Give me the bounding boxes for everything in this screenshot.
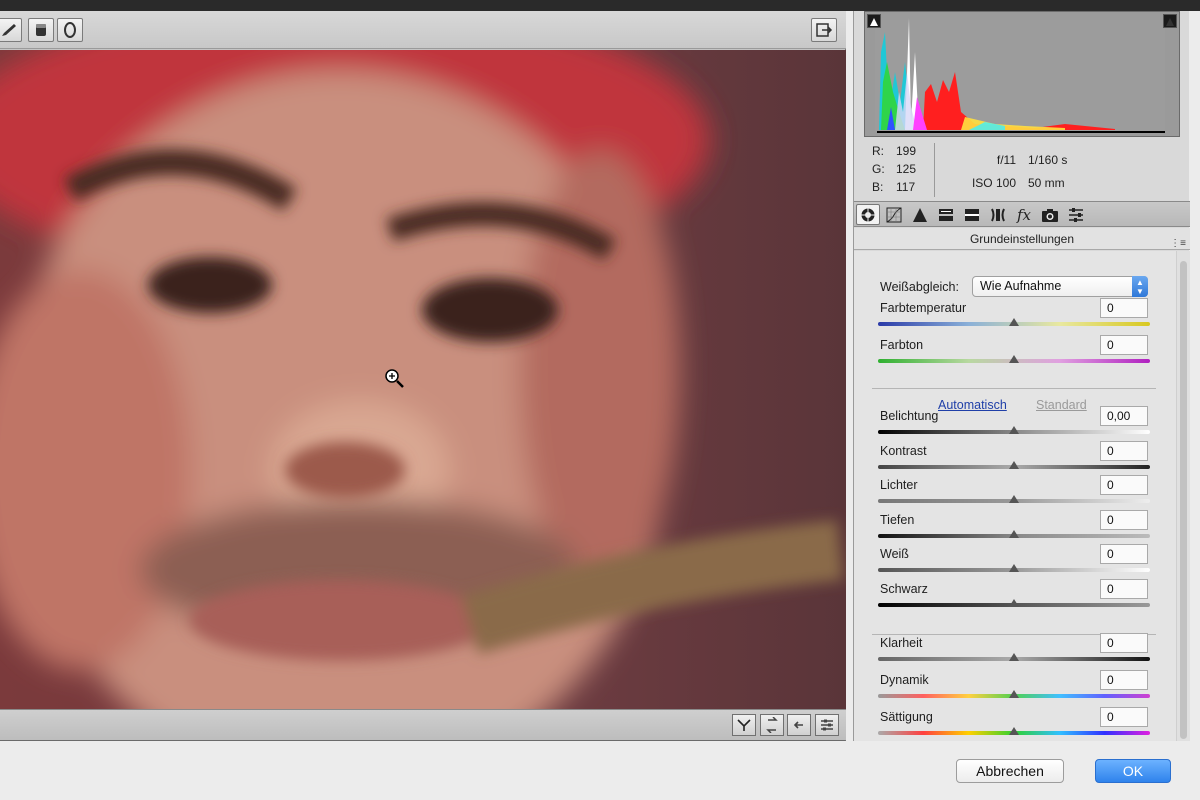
farbtemperatur-value-field[interactable]: 0 xyxy=(1100,298,1148,318)
farbton-label: Farbton xyxy=(880,338,924,352)
lichter-value-field[interactable]: 0 xyxy=(1100,475,1148,495)
tiefen-value-field[interactable]: 0 xyxy=(1100,510,1148,530)
tone-curve-icon[interactable] xyxy=(882,204,906,225)
kontrast-label: Kontrast xyxy=(880,444,927,458)
brush-icon[interactable] xyxy=(0,18,22,42)
canvas-toolbar xyxy=(0,11,846,49)
belichtung-label: Belichtung xyxy=(880,409,939,423)
hsl-icon[interactable] xyxy=(934,204,958,225)
kontrast-slider-thumb[interactable] xyxy=(1009,461,1019,469)
belichtung-slider-thumb[interactable] xyxy=(1009,426,1019,434)
scrollbar-thumb[interactable] xyxy=(1180,261,1187,739)
section-title-text: Grundeinstellungen xyxy=(969,232,1075,246)
farbtemperatur-slider-thumb[interactable] xyxy=(1009,318,1019,326)
saettigung-value-field[interactable]: 0 xyxy=(1100,707,1148,727)
copy-icon[interactable] xyxy=(787,714,811,736)
belichtung-value-field[interactable]: 0,00 xyxy=(1100,406,1148,426)
rgb-readout: R: 199 G: 125 B: 117 xyxy=(872,142,916,196)
lens-icon[interactable] xyxy=(986,204,1010,225)
g-value: 125 xyxy=(896,162,917,176)
camera-calibration-icon[interactable] xyxy=(1038,204,1062,225)
canvas-bottom-bar xyxy=(0,709,846,740)
divider xyxy=(872,388,1156,389)
histogram xyxy=(864,11,1180,137)
aperture: f/11 xyxy=(996,153,1016,167)
lichter-slider-thumb[interactable] xyxy=(1009,495,1019,503)
tiefen-slider-thumb[interactable] xyxy=(1009,530,1019,538)
ok-button[interactable]: OK xyxy=(1095,759,1171,783)
detail-icon[interactable] xyxy=(908,204,932,225)
camera-raw-dialog: R: 199 G: 125 B: 117 f/11 1/160 s ISO 100 50 … xyxy=(0,0,1200,800)
lichter-label: Lichter xyxy=(880,478,918,492)
exif-readout: f/11 1/160 s ISO 100 50 mm xyxy=(964,149,1067,195)
weiss-slider-thumb[interactable] xyxy=(1009,564,1019,572)
r-label: R: xyxy=(872,144,884,158)
farbton-value-field[interactable]: 0 xyxy=(1100,335,1148,355)
dynamik-slider-thumb[interactable] xyxy=(1009,690,1019,698)
schwarz-slider-thumb[interactable] xyxy=(1009,599,1019,607)
fullscreen-toggle-icon[interactable] xyxy=(811,18,837,42)
farbton-slider-thumb[interactable] xyxy=(1009,355,1019,363)
default-link[interactable]: Standard xyxy=(1036,398,1087,412)
white-balance-select[interactable]: Wie Aufnahme ▲ ▼ xyxy=(972,276,1148,297)
dynamik-label: Dynamik xyxy=(880,673,929,687)
iso: ISO 100 xyxy=(971,176,1016,190)
shutter: 1/160 s xyxy=(1028,153,1068,167)
white-balance-label: Weißabgleich: xyxy=(880,280,959,294)
g-label: G: xyxy=(872,162,885,176)
info-readouts: R: 199 G: 125 B: 117 f/11 1/160 s ISO 100 50 … xyxy=(864,139,1180,201)
farbtemperatur-label: Farbtemperatur xyxy=(880,301,967,315)
split-toning-icon[interactable] xyxy=(960,204,984,225)
saettigung-slider-thumb[interactable] xyxy=(1009,727,1019,735)
klarheit-slider-thumb[interactable] xyxy=(1009,653,1019,661)
schwarz-label: Schwarz xyxy=(880,582,928,596)
panel-scrollbar[interactable] xyxy=(1176,251,1190,741)
weiss-label: Weiß xyxy=(880,547,909,561)
saettigung-label: Sättigung xyxy=(880,710,933,724)
mask-circle-icon[interactable] xyxy=(57,18,83,42)
section-title: Grundeinstellungen ⋮≡ xyxy=(854,228,1190,250)
chevron-updown-icon: ▲ ▼ xyxy=(1132,276,1148,297)
focal-length: 50 mm xyxy=(1028,176,1065,190)
b-label: B: xyxy=(872,180,884,194)
photo-preview[interactable] xyxy=(0,50,846,710)
weiss-value-field[interactable]: 0 xyxy=(1100,544,1148,564)
image-canvas-frame xyxy=(0,11,846,741)
b-value: 117 xyxy=(896,180,916,194)
swap-icon[interactable] xyxy=(760,714,784,736)
settings-icon[interactable] xyxy=(815,714,839,736)
highlight-clipping-icon[interactable] xyxy=(1163,14,1177,28)
y-before-after-icon[interactable] xyxy=(732,714,756,736)
panel-tabs: fx xyxy=(854,201,1190,227)
auto-link[interactable]: Automatisch xyxy=(938,398,1007,412)
basic-settings: Weißabgleich: Wie Aufnahme ▲ ▼ Farbtemper… xyxy=(854,251,1190,741)
klarheit-label: Klarheit xyxy=(880,636,923,650)
effects-icon[interactable]: fx xyxy=(1012,204,1036,225)
basic-icon[interactable] xyxy=(856,204,880,225)
dynamik-value-field[interactable]: 0 xyxy=(1100,670,1148,690)
white-balance-value: Wie Aufnahme xyxy=(980,279,1062,293)
klarheit-value-field[interactable]: 0 xyxy=(1100,633,1148,653)
shadow-clipping-icon[interactable] xyxy=(867,14,881,28)
tiefen-label: Tiefen xyxy=(880,513,915,527)
cancel-button[interactable]: Abbrechen xyxy=(956,759,1064,783)
right-panel: R: 199 G: 125 B: 117 f/11 1/160 s ISO 100 50 … xyxy=(853,11,1190,741)
kontrast-value-field[interactable]: 0 xyxy=(1100,441,1148,461)
top-bar xyxy=(0,0,1200,11)
r-value: 199 xyxy=(896,144,917,158)
schwarz-value-field[interactable]: 0 xyxy=(1100,579,1148,599)
mask-square-icon[interactable] xyxy=(28,18,54,42)
presets-icon[interactable] xyxy=(1064,204,1088,225)
readout-divider xyxy=(934,143,935,197)
